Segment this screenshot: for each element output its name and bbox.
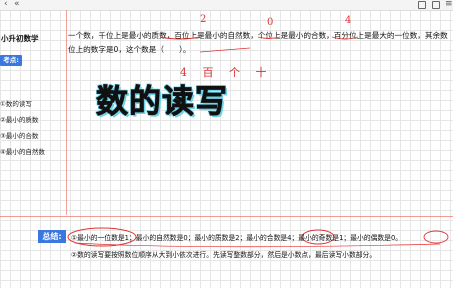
sidebar-item-smallest-natural: ④最小的自然数 xyxy=(0,148,45,156)
sidebar-title: 小升初数学 xyxy=(1,34,39,43)
page-icon[interactable] xyxy=(432,1,440,9)
lesson-title: 数的读写 xyxy=(96,82,229,121)
handwritten-digit-0: 0 xyxy=(267,17,274,28)
margin-line xyxy=(66,10,67,215)
sidebar-item-reading-writing: ①数的读写 xyxy=(0,100,32,108)
back-icon[interactable]: ‹ xyxy=(4,0,8,10)
summary-divider xyxy=(0,216,453,217)
summary-badge: 总结: xyxy=(38,230,66,243)
summary-line-1: ①最小的一位数是1；最小的自然数是0；最小的质数是2；最小的合数是4；最小的奇数… xyxy=(71,234,403,242)
question-text: 一个数，千位上是最小的质数，百位上是最小的自然数，个位上是最小的合数，百分位上是… xyxy=(68,31,448,54)
handwritten-place-values: 4 百 个 十 xyxy=(180,66,273,79)
handwritten-digit-2: 2 xyxy=(200,14,207,25)
summary-line-2: ②数的读写要按照数位顺序从大到小依次进行。先读写整数部分，然后是小数点，最后读写… xyxy=(71,251,377,259)
collapse-icon[interactable]: « xyxy=(14,0,20,10)
top-toolbar: ‹ « ≡ xyxy=(0,0,453,11)
sidebar-item-smallest-composite: ③最小的合数 xyxy=(0,132,39,140)
handwritten-digit-4: 4 xyxy=(345,15,352,26)
sidebar-item-smallest-prime: ②最小的质数 xyxy=(0,116,39,124)
window-icon[interactable] xyxy=(418,1,426,9)
topics-badge: 考点: xyxy=(0,55,22,66)
menu-icon[interactable]: ≡ xyxy=(445,0,453,10)
